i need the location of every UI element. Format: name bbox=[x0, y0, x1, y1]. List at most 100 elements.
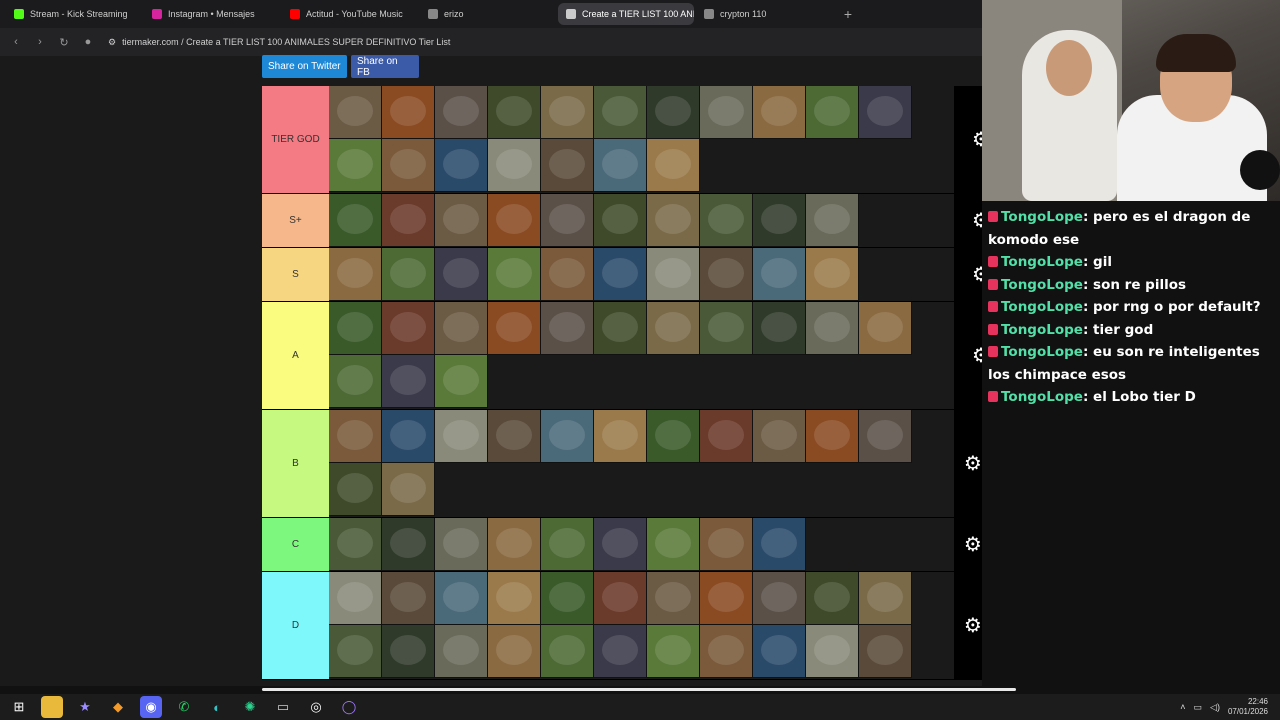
animal-image[interactable] bbox=[647, 572, 700, 625]
animal-image[interactable] bbox=[382, 355, 435, 408]
animal-image[interactable] bbox=[859, 572, 912, 625]
animal-image[interactable] bbox=[329, 139, 382, 192]
animal-image[interactable] bbox=[594, 248, 647, 301]
animal-image[interactable] bbox=[647, 139, 700, 192]
volume-icon[interactable]: ◁) bbox=[1210, 702, 1220, 713]
animal-image[interactable] bbox=[329, 572, 382, 625]
animal-image[interactable] bbox=[753, 625, 806, 678]
animal-image[interactable] bbox=[435, 194, 488, 247]
animal-image[interactable] bbox=[488, 302, 541, 355]
browser-tab[interactable]: Stream - Kick Streaming bbox=[6, 3, 142, 25]
animal-image[interactable] bbox=[541, 572, 594, 625]
animal-image[interactable] bbox=[382, 625, 435, 678]
animal-image[interactable] bbox=[594, 139, 647, 192]
animal-image[interactable] bbox=[488, 410, 541, 463]
animal-image[interactable] bbox=[541, 518, 594, 571]
animal-image[interactable] bbox=[329, 518, 382, 571]
animal-image[interactable] bbox=[700, 302, 753, 355]
animal-image[interactable] bbox=[382, 518, 435, 571]
gear-icon[interactable]: ⚙ bbox=[963, 613, 983, 638]
tier-label[interactable]: C bbox=[262, 518, 329, 571]
animal-image[interactable] bbox=[594, 572, 647, 625]
url-field[interactable]: ⚙ tiermaker.com / Create a TIER LIST 100… bbox=[108, 37, 450, 48]
horizontal-scrollbar[interactable] bbox=[0, 686, 1280, 694]
animal-image[interactable] bbox=[806, 86, 859, 139]
browser-tab[interactable]: Instagram • Mensajes bbox=[144, 3, 280, 25]
obs-icon[interactable]: ◎ bbox=[305, 696, 327, 718]
animal-image[interactable] bbox=[382, 139, 435, 192]
file-explorer-icon[interactable] bbox=[41, 696, 63, 718]
animal-image[interactable] bbox=[647, 625, 700, 678]
back-icon[interactable]: ‹ bbox=[10, 36, 22, 48]
animal-image[interactable] bbox=[753, 410, 806, 463]
animal-image[interactable] bbox=[541, 248, 594, 301]
animal-image[interactable] bbox=[488, 572, 541, 625]
browser-icon[interactable]: ◐ bbox=[206, 696, 228, 718]
share-twitter-button[interactable]: Share on Twitter bbox=[262, 55, 347, 78]
animal-image[interactable] bbox=[435, 302, 488, 355]
animal-image[interactable] bbox=[806, 410, 859, 463]
animal-image[interactable] bbox=[488, 86, 541, 139]
forward-icon[interactable]: › bbox=[34, 36, 46, 48]
animal-image[interactable] bbox=[329, 86, 382, 139]
animal-image[interactable] bbox=[382, 302, 435, 355]
animal-image[interactable] bbox=[488, 625, 541, 678]
animal-image[interactable] bbox=[382, 86, 435, 139]
animal-image[interactable] bbox=[435, 139, 488, 192]
animal-image[interactable] bbox=[753, 518, 806, 571]
browser-tab[interactable]: Create a TIER LIST 100 ANIMA bbox=[558, 3, 694, 25]
animal-image[interactable] bbox=[435, 355, 488, 408]
gear-icon[interactable]: ⚙ bbox=[963, 451, 983, 476]
discord-icon[interactable]: ◉ bbox=[140, 696, 162, 718]
animal-image[interactable] bbox=[435, 248, 488, 301]
animal-image[interactable] bbox=[806, 194, 859, 247]
animal-image[interactable] bbox=[753, 302, 806, 355]
animal-image[interactable] bbox=[488, 194, 541, 247]
animal-image[interactable] bbox=[488, 248, 541, 301]
app-star-icon[interactable]: ★ bbox=[74, 696, 96, 718]
animal-image[interactable] bbox=[382, 194, 435, 247]
animal-image[interactable] bbox=[647, 248, 700, 301]
tier-label[interactable]: D bbox=[262, 572, 329, 679]
animal-image[interactable] bbox=[329, 410, 382, 463]
animal-image[interactable] bbox=[753, 194, 806, 247]
animal-image[interactable] bbox=[329, 248, 382, 301]
animal-image[interactable] bbox=[647, 194, 700, 247]
animal-image[interactable] bbox=[859, 302, 912, 355]
animal-image[interactable] bbox=[700, 625, 753, 678]
animal-image[interactable] bbox=[329, 355, 382, 408]
site-info-icon[interactable]: ⚙ bbox=[108, 37, 116, 48]
animal-image[interactable] bbox=[382, 572, 435, 625]
animal-image[interactable] bbox=[647, 410, 700, 463]
animal-image[interactable] bbox=[806, 572, 859, 625]
animal-image[interactable] bbox=[382, 248, 435, 301]
animal-image[interactable] bbox=[435, 625, 488, 678]
animal-image[interactable] bbox=[541, 302, 594, 355]
animal-image[interactable] bbox=[435, 410, 488, 463]
app-green-icon[interactable]: ✺ bbox=[239, 696, 261, 718]
animal-image[interactable] bbox=[700, 518, 753, 571]
animal-image[interactable] bbox=[541, 139, 594, 192]
chevron-up-icon[interactable]: ˄ bbox=[1180, 702, 1185, 712]
animal-image[interactable] bbox=[541, 86, 594, 139]
animal-image[interactable] bbox=[700, 86, 753, 139]
animal-image[interactable] bbox=[806, 302, 859, 355]
animal-image[interactable] bbox=[806, 625, 859, 678]
new-tab-button[interactable]: + bbox=[838, 6, 858, 22]
animal-image[interactable] bbox=[594, 625, 647, 678]
tier-label[interactable]: S bbox=[262, 248, 329, 301]
whatsapp-icon[interactable]: ✆ bbox=[173, 696, 195, 718]
animal-image[interactable] bbox=[859, 86, 912, 139]
animal-image[interactable] bbox=[647, 86, 700, 139]
network-icon[interactable]: ▭ bbox=[1194, 702, 1203, 713]
animal-image[interactable] bbox=[806, 248, 859, 301]
browser-tab[interactable]: erizo bbox=[420, 3, 556, 25]
reload-icon[interactable]: ↻ bbox=[58, 36, 70, 49]
browser-tab[interactable]: crypton 110 bbox=[696, 3, 832, 25]
start-icon[interactable]: ⊞ bbox=[8, 696, 30, 718]
animal-image[interactable] bbox=[329, 463, 382, 516]
tier-label[interactable]: A bbox=[262, 302, 329, 409]
animal-image[interactable] bbox=[435, 518, 488, 571]
app-window-icon[interactable]: ▭ bbox=[272, 696, 294, 718]
animal-image[interactable] bbox=[435, 572, 488, 625]
